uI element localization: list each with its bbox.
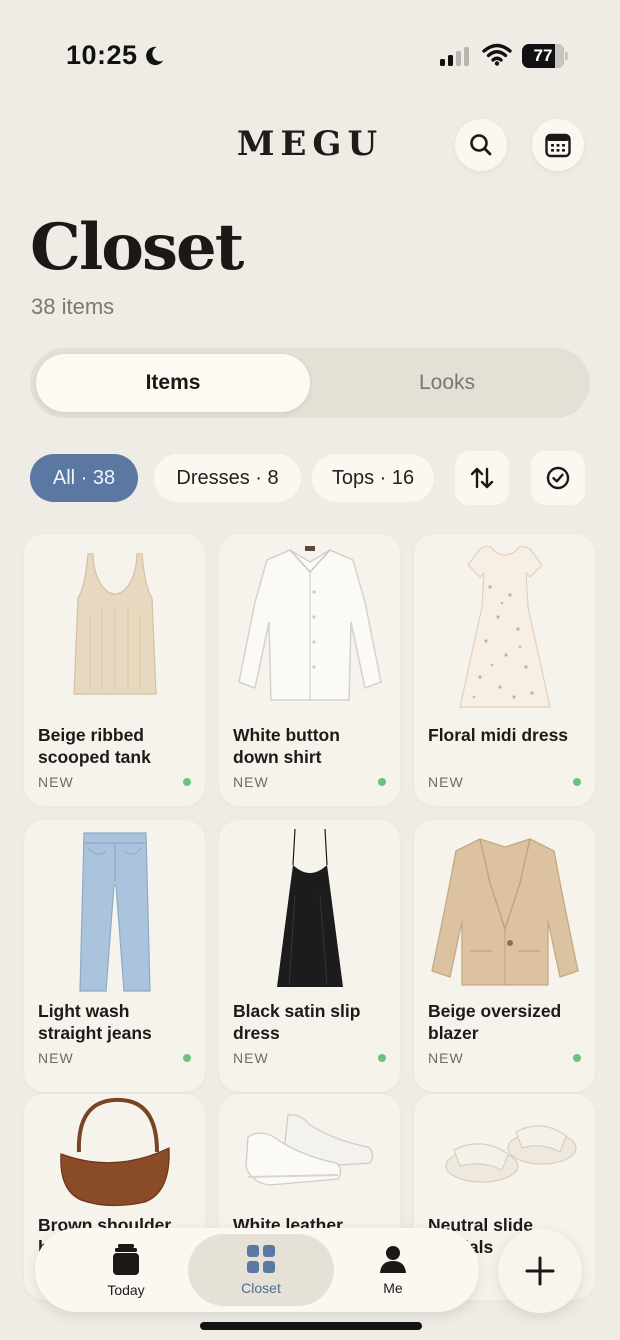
sort-button[interactable] xyxy=(455,451,509,505)
handbag-icon xyxy=(24,1094,205,1210)
tank-top-icon xyxy=(24,534,205,714)
hanger-stack-icon xyxy=(113,1244,139,1275)
status-bar: 10:25 77 xyxy=(0,0,620,110)
page-title: Closet xyxy=(30,210,244,285)
blazer-icon xyxy=(414,820,595,1000)
item-card[interactable]: Light wash straight jeans NEW xyxy=(24,820,205,1092)
new-indicator-dot xyxy=(183,1054,191,1062)
battery-level: 77 xyxy=(533,46,553,65)
item-name: Beige oversized blazer xyxy=(428,1001,562,1043)
calendar-icon xyxy=(545,133,571,158)
tab-me-label: Me xyxy=(383,1280,403,1296)
cellular-signal-icon xyxy=(440,46,469,66)
item-count: 38 items xyxy=(31,294,115,319)
new-badge: NEW xyxy=(233,774,269,790)
item-name: Beige ribbed scooped tank xyxy=(38,725,151,767)
calendar-button[interactable] xyxy=(532,119,584,171)
wifi-icon xyxy=(482,43,512,66)
dress-icon xyxy=(414,534,595,714)
item-name: Black satin slip dress xyxy=(233,1001,361,1043)
segment-items[interactable]: Items xyxy=(36,354,310,412)
item-card[interactable]: Beige ribbed scooped tank NEW xyxy=(24,534,205,806)
view-segmented-control: Items Looks xyxy=(30,348,590,418)
tab-closet[interactable]: Closet xyxy=(188,1234,334,1306)
search-button[interactable] xyxy=(455,119,507,171)
search-icon xyxy=(470,134,492,156)
filter-chip-tops[interactable]: Tops · 16 xyxy=(312,454,434,502)
new-badge: NEW xyxy=(38,1050,74,1066)
tab-today-label: Today xyxy=(107,1282,145,1298)
slip-dress-icon xyxy=(219,820,400,1000)
select-button[interactable] xyxy=(531,451,585,505)
moon-icon xyxy=(146,46,164,66)
status-time: 10:25 xyxy=(66,40,138,70)
new-badge: NEW xyxy=(38,774,74,790)
grid-icon xyxy=(247,1245,275,1273)
tab-me[interactable]: Me xyxy=(320,1234,466,1306)
item-card[interactable]: White button down shirt NEW xyxy=(219,534,400,806)
item-name: Light wash straight jeans xyxy=(38,1001,152,1043)
filter-chip-all[interactable]: All · 38 xyxy=(30,454,138,502)
tab-closet-label: Closet xyxy=(241,1280,281,1296)
item-name: Floral midi dress xyxy=(428,725,569,745)
item-card[interactable]: Beige oversized blazer NEW xyxy=(414,820,595,1092)
new-indicator-dot xyxy=(573,1054,581,1062)
new-indicator-dot xyxy=(378,1054,386,1062)
item-card[interactable]: Floral midi dress NEW xyxy=(414,534,595,806)
home-indicator xyxy=(200,1322,422,1330)
plus-icon xyxy=(525,1256,555,1286)
add-item-button[interactable] xyxy=(498,1229,582,1313)
new-badge: NEW xyxy=(428,774,464,790)
new-badge: NEW xyxy=(428,1050,464,1066)
item-name: White button down shirt xyxy=(233,725,340,767)
brand-logo: MEGU xyxy=(236,124,384,164)
new-indicator-dot xyxy=(573,778,581,786)
item-card[interactable]: Black satin slip dress NEW xyxy=(219,820,400,1092)
shirt-icon xyxy=(219,534,400,714)
person-icon xyxy=(380,1246,406,1273)
sneakers-icon xyxy=(219,1094,400,1210)
segment-looks[interactable]: Looks xyxy=(310,354,584,412)
jeans-icon xyxy=(24,820,205,1000)
sort-arrows-icon xyxy=(470,467,494,489)
check-circle-icon xyxy=(546,466,570,490)
new-badge: NEW xyxy=(233,1050,269,1066)
filter-chip-dresses[interactable]: Dresses · 8 xyxy=(154,454,301,502)
new-indicator-dot xyxy=(378,778,386,786)
tab-today[interactable]: Today xyxy=(53,1234,199,1306)
new-indicator-dot xyxy=(183,778,191,786)
battery-icon: 77 xyxy=(522,44,568,68)
sandals-icon xyxy=(414,1094,595,1210)
bottom-tab-bar: Today Closet Me xyxy=(35,1228,479,1312)
